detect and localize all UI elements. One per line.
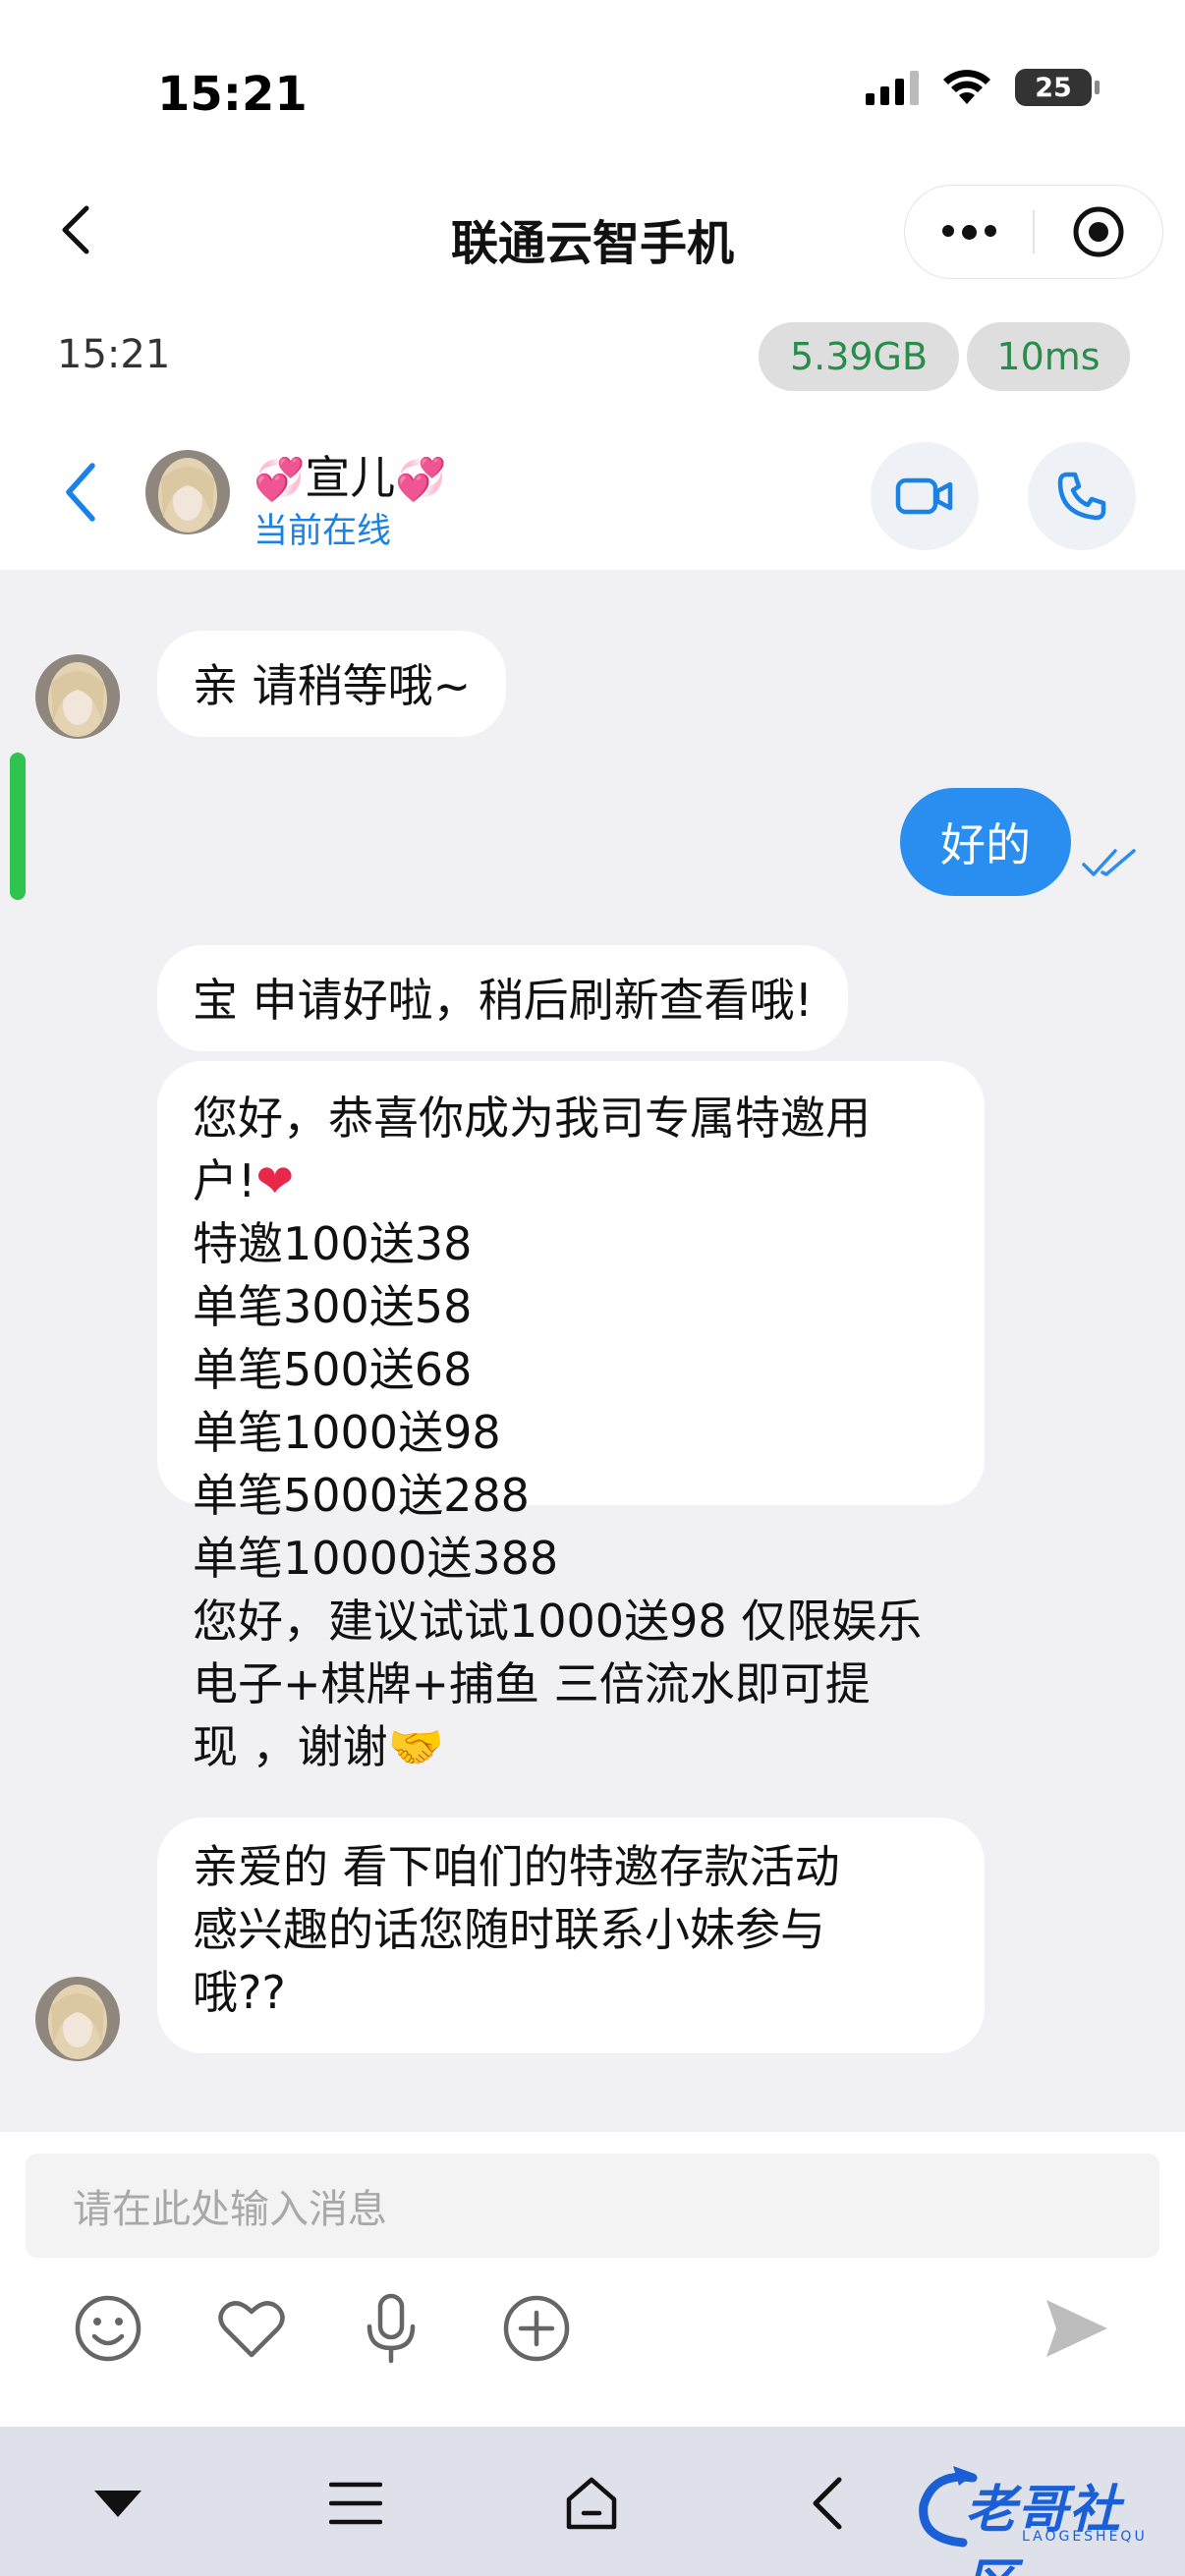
message-bubble-sent[interactable]: 好的	[900, 788, 1071, 896]
message-line: 您好，建议试试1000送98 仅限娱乐	[193, 1595, 923, 1648]
message-line: 单笔1000送98	[193, 1406, 501, 1459]
home-icon	[566, 2477, 617, 2530]
microphone-icon	[367, 2293, 416, 2364]
message-input-area: 请在此处输入消息	[0, 2132, 1185, 2427]
more-icon[interactable]	[905, 224, 1033, 240]
message-text: 好的	[940, 818, 1031, 871]
message-line: 单笔5000送288	[193, 1469, 530, 1522]
back-icon	[813, 2477, 842, 2530]
memory-badge: 5.39GB	[759, 322, 959, 391]
plus-icon	[503, 2295, 570, 2362]
message-line: 单笔10000送388	[193, 1532, 559, 1585]
heart-decoration-icon: 💞	[254, 455, 306, 503]
emoji-button[interactable]	[69, 2289, 147, 2368]
wifi-icon	[943, 70, 990, 104]
add-attachment-button[interactable]	[497, 2289, 576, 2368]
message-input-placeholder: 请在此处输入消息	[73, 2187, 387, 2232]
watermark-logo: 老哥社区 LAOGESHEQU	[914, 2456, 1169, 2576]
message-line: 现 ，谢谢🤝	[193, 1720, 444, 1773]
cloud-phone-time: 15:21	[57, 332, 171, 377]
back-icon[interactable]	[61, 460, 100, 525]
read-receipt-icon	[1082, 849, 1136, 876]
message-line: 单笔500送68	[193, 1343, 473, 1396]
watermark-subtext: LAOGESHEQU	[1022, 2529, 1148, 2545]
heart-icon	[218, 2301, 285, 2358]
home-button[interactable]	[554, 2466, 629, 2541]
status-icons: 25	[866, 69, 1100, 106]
message-bubble-received[interactable]: 亲 请稍等哦~	[157, 631, 507, 737]
message-bubble-received[interactable]: 您好，恭喜你成为我司专属特邀用 户!❤ 特邀100送38 单笔300送58 单笔…	[157, 1061, 985, 1773]
status-time: 15:21	[157, 67, 308, 122]
capsule-menu	[904, 185, 1163, 279]
send-icon	[1046, 2300, 1107, 2357]
message-line: 亲爱的 看下咱们的特邀存款活动	[193, 1840, 840, 1893]
avatar[interactable]	[35, 1977, 120, 2061]
emoji-icon	[75, 2295, 141, 2362]
message-line: 感兴趣的话您随时联系小妹参与	[193, 1903, 825, 1956]
heart-decoration-icon: 💞	[395, 455, 447, 503]
online-status: 当前在线	[254, 512, 392, 551]
cloud-phone-info-bar: 15:21 5.39GB 10ms	[0, 295, 1185, 413]
phone-call-button[interactable]	[1028, 442, 1136, 550]
message-line: 户!❤	[193, 1154, 294, 1207]
chat-header: 💞宣儿💞 当前在线	[0, 413, 1185, 570]
mini-program-header: 联通云智手机	[0, 167, 1185, 295]
battery-level: 25	[1035, 72, 1072, 103]
message-text: 亲 请稍等哦~	[193, 659, 472, 712]
latency-badge: 10ms	[967, 322, 1130, 391]
message-line: 您好，恭喜你成为我司专属特邀用	[193, 1092, 871, 1145]
phone-call-icon	[1057, 472, 1106, 521]
record-icon[interactable]	[1035, 204, 1162, 259]
message-input[interactable]: 请在此处输入消息	[26, 2154, 1159, 2258]
dropdown-icon	[94, 2491, 141, 2517]
message-bubble-received[interactable]: 宝 申请好啦，稍后刷新查看哦!	[157, 945, 849, 1051]
video-call-button[interactable]	[871, 442, 979, 550]
handshake-emoji-icon: 🤝	[387, 1720, 444, 1773]
message-line: 特邀100送38	[193, 1217, 473, 1270]
video-call-icon	[895, 477, 953, 515]
menu-button[interactable]	[318, 2466, 393, 2541]
avatar[interactable]	[145, 450, 230, 534]
message-line: 电子+棋牌+捕鱼 三倍流水即可提	[193, 1657, 871, 1710]
contact-name-text: 宣儿	[305, 451, 396, 504]
battery-icon: 25	[1015, 69, 1100, 106]
collapse-button[interactable]	[81, 2466, 155, 2541]
message-bubble-received[interactable]: 亲爱的 看下咱们的特邀存款活动 感兴趣的话您随时联系小妹参与 哦??	[157, 1818, 985, 2053]
avatar[interactable]	[35, 654, 120, 739]
favorite-button[interactable]	[212, 2289, 291, 2368]
system-nav-bar: 老哥社区 LAOGESHEQU	[0, 2427, 1185, 2576]
heart-emoji-icon: ❤	[255, 1154, 294, 1207]
contact-name: 💞宣儿💞	[254, 442, 447, 507]
voice-button[interactable]	[352, 2289, 430, 2368]
message-text: 宝 申请好啦，稍后刷新查看哦!	[193, 974, 814, 1027]
chat-area[interactable]: 亲 请稍等哦~ 好的 宝 申请好啦，稍后刷新查看哦! 您好，恭喜你成为我司专属特…	[0, 570, 1185, 2132]
watermark-text: 老哥社区	[965, 2481, 1122, 2576]
message-line: 哦??	[193, 1966, 286, 2019]
scroll-indicator	[10, 753, 26, 900]
menu-icon	[329, 2482, 382, 2525]
message-line: 单笔300送58	[193, 1280, 473, 1333]
send-button[interactable]	[1038, 2289, 1116, 2368]
back-button[interactable]	[790, 2466, 865, 2541]
status-bar: 15:21 25	[0, 0, 1185, 167]
signal-icon	[866, 70, 919, 105]
